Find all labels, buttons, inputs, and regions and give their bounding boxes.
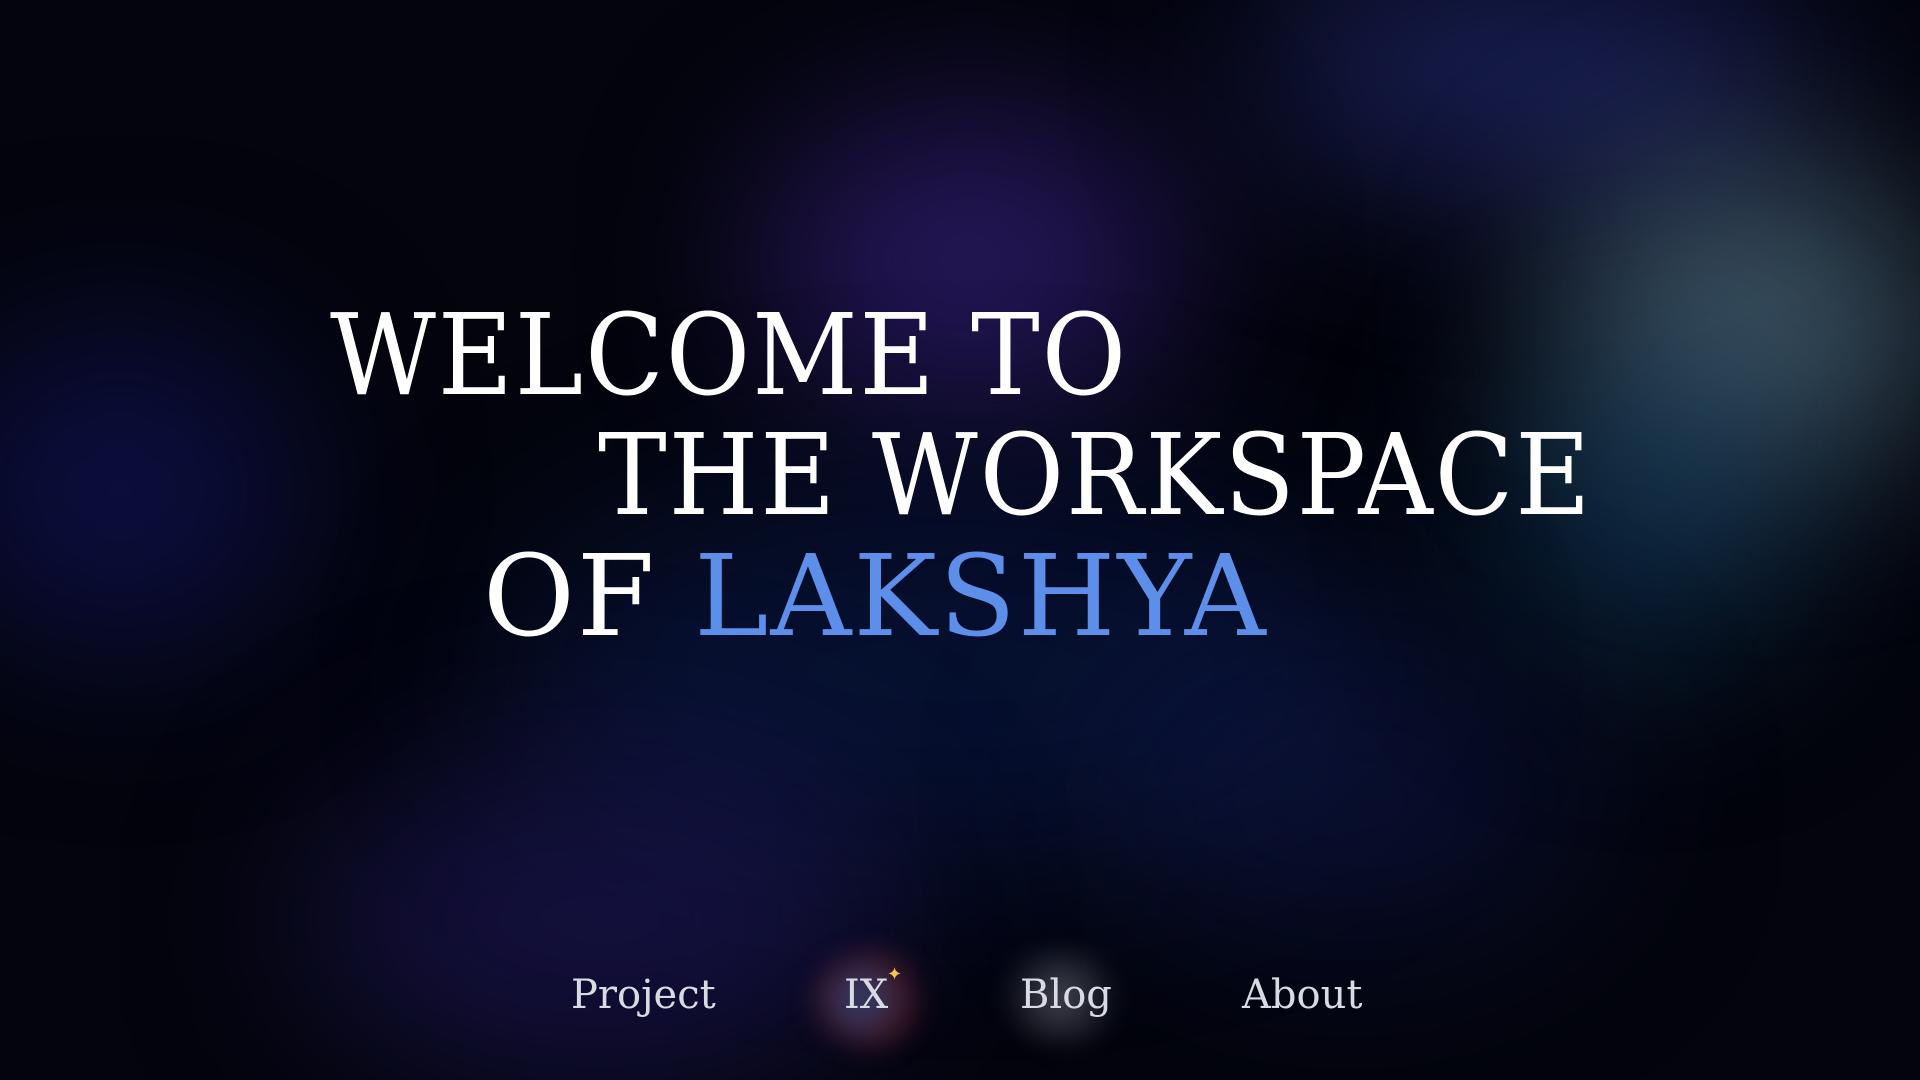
sparkle-icon: ✦ bbox=[887, 964, 903, 985]
hero-section: WELCOME TO THE WORKSPACE OF LAKSHYA Proj… bbox=[0, 0, 1920, 1080]
headline-line-3: OF LAKSHYA bbox=[483, 541, 1268, 653]
nav-link-about[interactable]: About bbox=[1242, 972, 1362, 1018]
background-glow bbox=[0, 330, 300, 650]
background-glow bbox=[1560, 170, 1920, 470]
nav-link-blog[interactable]: Blog bbox=[1020, 972, 1112, 1018]
background-glow bbox=[300, 760, 900, 1080]
background-glow bbox=[1100, 650, 1600, 950]
headline-line-1: WELCOME TO bbox=[330, 291, 1128, 421]
headline-line-2: THE WORKSPACE bbox=[598, 411, 1593, 541]
nav-link-project[interactable]: Project bbox=[571, 972, 716, 1018]
background-glow bbox=[1250, 0, 1810, 180]
headline-name: LAKSHYA bbox=[694, 532, 1268, 662]
nav-link-ix[interactable]: IX bbox=[844, 972, 888, 1018]
headline-prefix: OF bbox=[483, 532, 695, 662]
